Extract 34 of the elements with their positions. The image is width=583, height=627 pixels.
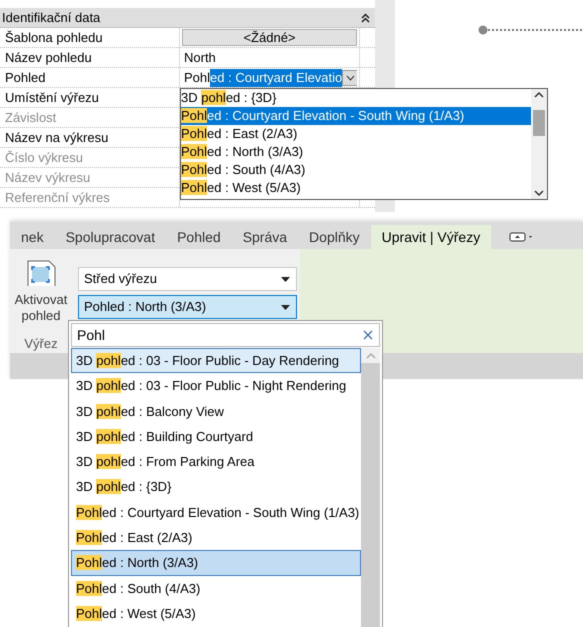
list-scrollbar[interactable]	[531, 89, 547, 199]
list-item[interactable]: Pohled : North (3/A3)	[181, 143, 531, 161]
search-field[interactable]: Pohl	[71, 323, 380, 347]
dropdown-arrow-icon[interactable]	[281, 304, 290, 310]
viewport-icon[interactable]	[25, 259, 57, 286]
property-label: Šablona pohledu	[0, 28, 180, 47]
list-item[interactable]: Pohled : North (3/A3)	[71, 550, 361, 576]
activate-view-button[interactable]: Aktivovat pohled	[10, 292, 72, 324]
property-label: Název pohledu	[0, 48, 180, 67]
template-button[interactable]: <Žádné>	[182, 29, 357, 46]
clear-icon[interactable]	[363, 330, 373, 340]
dropdown-arrow-icon[interactable]	[281, 276, 290, 282]
property-label: Pohled	[0, 68, 180, 87]
ribbon-tab[interactable]: nek	[10, 225, 55, 249]
scroll-down-icon[interactable]	[534, 190, 544, 197]
panel-title: Výřez	[24, 334, 58, 353]
ribbon-tab[interactable]: Spolupracovat	[54, 225, 166, 249]
list-item[interactable]: 3D pohled : {3D}	[181, 89, 531, 107]
collapse-icon[interactable]	[360, 12, 370, 22]
view-combo[interactable]: Pohled : North (3/A3)	[78, 295, 297, 319]
ribbon-tab[interactable]: Správa	[232, 225, 298, 249]
ribbon-tab[interactable]: Pohled	[166, 225, 232, 249]
scroll-up-icon[interactable]	[534, 91, 544, 98]
list-scrollbar[interactable]	[361, 348, 380, 627]
ribbon-tab[interactable]: Doplňky	[298, 225, 371, 249]
list-item[interactable]: Pohled : West (5/A3)	[181, 179, 531, 197]
list-item[interactable]: Pohled : South (4/A3)	[181, 161, 531, 179]
property-value: North	[183, 48, 216, 67]
scroll-thumb[interactable]	[533, 110, 545, 136]
view-combo[interactable]: Střed výřezu	[78, 267, 297, 291]
list-item[interactable]: 3D pohled : 03 - Floor Public - Day Rendering	[71, 348, 361, 374]
list-item[interactable]: Pohled : East (2/A3)	[181, 125, 531, 143]
ribbon-tab[interactable]: Upravit | Výřezy	[370, 225, 492, 249]
list-item[interactable]: Pohled : Courtyard Elevation - South Wing (1/A3)	[181, 107, 531, 125]
